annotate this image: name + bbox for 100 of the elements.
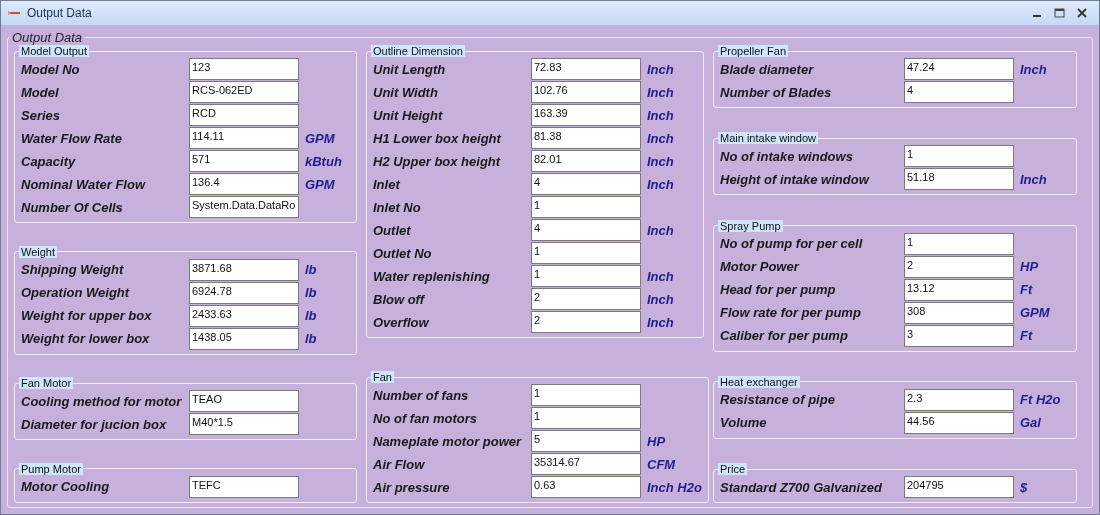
input-field[interactable]: 35314.67 [531,453,641,475]
input-field[interactable]: 571 [189,150,299,172]
input-field[interactable]: 1 [531,384,641,406]
field-label: Water replenishing [373,268,491,284]
unit-label: GPM [305,176,336,192]
field-label: No of fan motors [373,410,478,426]
unit-label: Inch [1020,171,1048,187]
field-label: Weight for upper box [21,308,153,324]
group-title: Weight [19,245,58,258]
unit-label: GPM [1020,305,1051,320]
field-label: Overflow [373,314,430,330]
field-label: Operation Weight [21,285,131,301]
unit-label: Inch H2o [647,479,702,495]
unit-label: CFM [647,456,677,472]
group-title: Propeller Fan [718,45,789,57]
field-label: Outlet No [373,245,433,261]
group-title: Pump Motor [19,462,83,475]
field-label: No of pump for per cell [720,236,864,251]
maximize-icon[interactable] [1054,8,1065,18]
field-label: Unit Width [373,84,439,100]
input-field[interactable]: System.Data.DataRo [189,196,299,218]
input-field[interactable]: RCD [189,104,299,126]
input-field[interactable]: 1 [531,242,641,264]
input-field[interactable]: 136.4 [189,173,299,195]
input-field[interactable]: TEFC [189,475,299,498]
field-label: Motor Cooling [21,479,111,495]
unit-label: lb [305,262,318,278]
input-field[interactable]: 44.56 [904,411,1014,434]
input-field[interactable]: 2 [531,288,641,310]
field-label: Air Flow [373,456,426,472]
unit-label: GPM [305,130,336,146]
input-field[interactable]: 1 [904,145,1014,168]
unit-label: Inch [647,130,675,146]
input-field[interactable]: 13.12 [904,278,1014,301]
input-field[interactable]: 114.11 [189,127,299,149]
input-field[interactable]: 204795 [904,476,1014,498]
field-label: Cooling method for motor [21,393,183,409]
field-label: No of intake windows [720,148,854,164]
unit-label: kBtuh [305,153,343,169]
field-label: Outlet [373,222,412,238]
input-field[interactable]: 81.38 [531,127,641,149]
field-label: Blow off [373,291,426,307]
input-field[interactable]: M40*1.5 [189,413,299,436]
input-field[interactable]: 1 [531,407,641,429]
input-field[interactable]: 1 [904,232,1014,255]
input-field[interactable]: 163.39 [531,104,641,126]
field-label: Resistance of pipe [720,392,836,408]
field-label: Series [21,107,62,123]
field-label: Model [21,84,60,100]
input-field[interactable]: 102.76 [531,81,641,103]
input-field[interactable]: 82.01 [531,150,641,172]
unit-label: Inch [647,222,675,238]
group-title: Heat exchanger [718,375,800,388]
field-label: Nameplate motor power [373,433,523,449]
input-field[interactable]: 4 [904,81,1014,103]
group-title: Outline Dimension [371,45,465,57]
input-field[interactable]: RCS-062ED [189,81,299,103]
unit-label: lb [305,331,318,347]
field-label: Unit Length [373,61,447,77]
group-title: Fan [371,371,394,383]
input-field[interactable]: TEAO [189,390,299,413]
input-field[interactable]: 4 [531,173,641,195]
input-field[interactable]: 72.83 [531,58,641,80]
unit-label: Inch [647,84,675,100]
input-field[interactable]: 1 [531,196,641,218]
field-label: H1 Lower box height [373,130,503,146]
input-field[interactable]: 2 [531,311,641,333]
unit-label: Gal [1020,415,1042,431]
close-icon[interactable] [1077,8,1087,18]
field-label: Water Flow Rate [21,130,123,146]
input-field[interactable]: 1438.05 [189,327,299,350]
input-field[interactable]: 2433.63 [189,304,299,327]
input-field[interactable]: 2.3 [904,388,1014,411]
field-label: Head for per pump [720,282,837,297]
input-field[interactable]: 0.63 [531,476,641,498]
field-label: Number of Blades [720,84,833,100]
input-field[interactable]: 123 [189,58,299,80]
field-label: Motor Power [720,259,801,274]
input-field[interactable]: 6924.78 [189,281,299,304]
input-field[interactable]: 47.24 [904,58,1014,80]
input-field[interactable]: 4 [531,219,641,241]
field-label: Capacity [21,153,77,169]
unit-label: Inch [647,61,675,77]
field-label: Inlet No [373,199,422,215]
group-title: Main intake window [718,132,818,145]
input-field[interactable]: 2 [904,255,1014,278]
input-field[interactable]: 308 [904,301,1014,324]
input-field[interactable]: 5 [531,430,641,452]
group-title: Model Output [19,45,90,57]
unit-label: lb [305,285,318,301]
field-label: Height of intake window [720,171,871,187]
field-label: Standard Z700 Galvanized [720,479,883,495]
input-field[interactable]: 51.18 [904,168,1014,191]
field-label: Number Of Cells [21,199,124,215]
field-label: Weight for lower box [21,331,151,347]
input-field[interactable]: 3 [904,324,1014,347]
input-field[interactable]: 3871.68 [189,258,299,281]
field-label: H2 Upper box height [373,153,502,169]
group-title: Spray Pump [718,219,783,232]
input-field[interactable]: 1 [531,265,641,287]
